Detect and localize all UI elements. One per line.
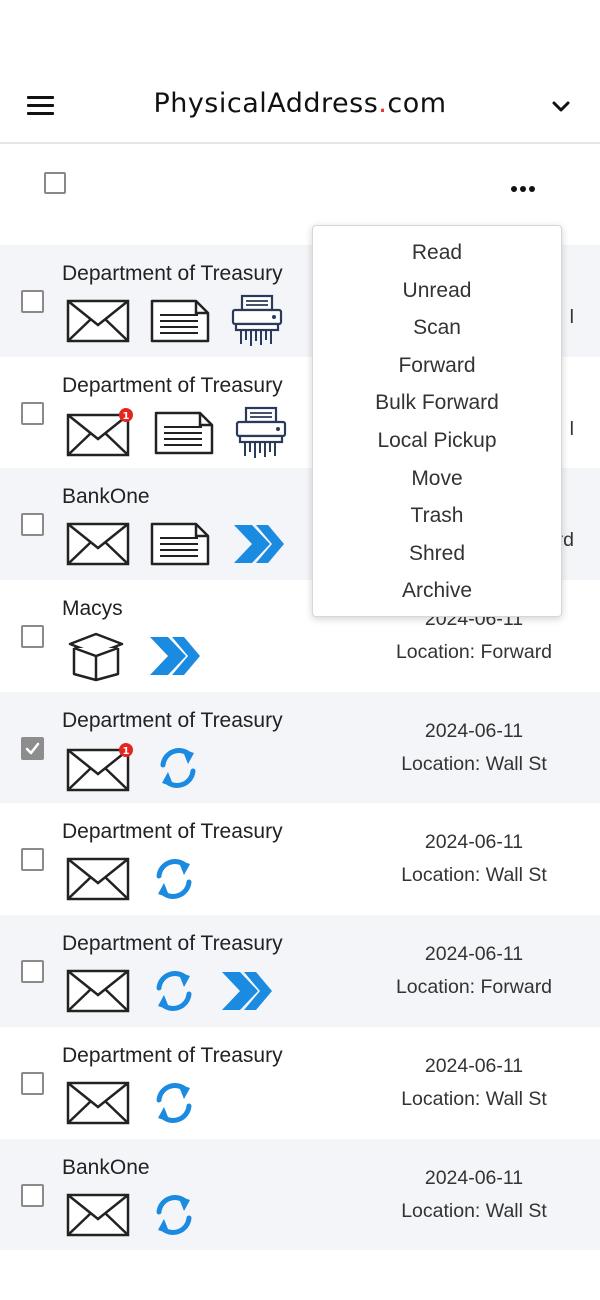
row-checkbox[interactable] xyxy=(21,513,44,537)
mail-date: 2024-06-11 xyxy=(424,831,524,854)
sync-icon[interactable] xyxy=(150,966,198,1016)
row-checkbox-checked[interactable] xyxy=(21,736,44,760)
row-checkbox[interactable] xyxy=(21,1183,44,1207)
row-checkbox[interactable] xyxy=(21,401,44,425)
menu-item-read[interactable]: Read xyxy=(313,234,561,272)
menu-item-local-pickup[interactable]: Local Pickup xyxy=(313,422,561,460)
mail-status-icons xyxy=(66,630,202,682)
sender-name: BankOne xyxy=(62,1155,150,1179)
brand-logo: PhysicalAddress.com xyxy=(153,88,447,119)
envelope-icon xyxy=(66,521,130,567)
menu-item-archive[interactable]: Archive xyxy=(313,572,561,610)
row-checkbox[interactable] xyxy=(21,625,44,649)
action-dropdown-menu: Read Unread Scan Forward Bulk Forward Local P… xyxy=(312,225,562,617)
mail-row[interactable]: Department of Treasury 2024-06-11 Location… xyxy=(0,1027,600,1139)
menu-item-forward[interactable]: Forward xyxy=(313,347,561,385)
mail-date: 2024-06-11 xyxy=(424,1166,524,1189)
menu-item-scan[interactable]: Scan xyxy=(313,309,561,347)
mail-location: Location: Wall St xyxy=(401,752,547,775)
mail-date: 2024-06-11 xyxy=(424,719,524,742)
mail-row[interactable]: Department of Treasury 2024-06-11 Location… xyxy=(0,803,600,915)
mail-status-icons xyxy=(66,965,274,1017)
mail-meta: 2024-06-11 Location: Wall St xyxy=(374,1162,574,1228)
package-icon xyxy=(66,630,126,682)
mail-status-icons xyxy=(66,294,284,348)
svg-text:1: 1 xyxy=(123,746,130,757)
sender-name: BankOne xyxy=(62,485,150,509)
mail-row[interactable]: BankOne 2024-06-11 Location: Wall St xyxy=(0,1138,600,1251)
mail-status-icons xyxy=(66,518,286,570)
mail-location: Location: Wall St xyxy=(401,864,547,887)
envelope-icon xyxy=(66,298,130,344)
row-checkbox[interactable] xyxy=(21,848,44,872)
envelope-icon xyxy=(66,856,130,902)
document-icon xyxy=(150,298,210,344)
mail-row[interactable]: Department of Treasury 1 2024-06-11 Locatio… xyxy=(0,691,600,804)
forward-icon[interactable] xyxy=(230,521,286,567)
shred-icon xyxy=(234,406,288,460)
mail-location: Location: Forward xyxy=(395,641,553,664)
envelope-unread-icon: 1 xyxy=(66,742,134,793)
mail-location-partial: l xyxy=(569,306,574,328)
shred-icon xyxy=(230,294,284,348)
mail-location-partial: l xyxy=(569,417,574,440)
mail-status-icons xyxy=(66,1189,198,1241)
envelope-unread-icon: 1 xyxy=(66,407,134,458)
envelope-icon xyxy=(66,1080,130,1126)
sync-icon[interactable] xyxy=(150,1190,198,1240)
mail-status-icons: 1 xyxy=(66,742,202,794)
envelope-icon xyxy=(66,968,130,1014)
mail-date: 2024-06-11 xyxy=(424,943,524,966)
app-header: PhysicalAddress.com xyxy=(0,70,600,144)
checkmark-icon xyxy=(25,742,40,754)
mail-location: Location: Wall St xyxy=(401,1087,547,1110)
more-options-icon[interactable] xyxy=(507,176,541,200)
menu-item-shred[interactable]: Shred xyxy=(313,535,561,573)
svg-text:1: 1 xyxy=(123,411,130,422)
sender-name: Macys xyxy=(62,597,123,621)
menu-item-trash[interactable]: Trash xyxy=(313,497,561,535)
sync-icon[interactable] xyxy=(150,1078,198,1128)
mail-meta: 2024-06-11 Location: Wall St xyxy=(374,1050,574,1116)
sync-icon[interactable] xyxy=(150,854,198,904)
mail-status-icons: 1 xyxy=(66,406,288,460)
sender-name: Department of Treasury xyxy=(62,820,283,844)
chevron-down-icon[interactable] xyxy=(549,95,573,119)
mail-location: Location: Wall St xyxy=(401,1199,547,1222)
mail-location: Location: Forward xyxy=(395,976,553,999)
forward-icon[interactable] xyxy=(218,968,274,1014)
mail-status-icons xyxy=(66,1077,198,1129)
forward-icon[interactable] xyxy=(146,633,202,679)
menu-item-move[interactable]: Move xyxy=(313,460,561,498)
mail-row[interactable]: Department of Treasury 2024-06-11 Location… xyxy=(0,915,600,1027)
mail-date: 2024-06-11 xyxy=(424,1054,524,1077)
row-checkbox[interactable] xyxy=(21,1071,44,1095)
sender-name: Department of Treasury xyxy=(62,262,283,285)
menu-item-unread[interactable]: Unread xyxy=(313,272,561,310)
row-checkbox[interactable] xyxy=(21,960,44,984)
mail-meta: 2024-06-11 Location: Wall St xyxy=(374,826,574,892)
document-icon xyxy=(150,521,210,567)
sender-name: Department of Treasury xyxy=(62,373,283,397)
envelope-icon xyxy=(66,1192,130,1238)
select-all-checkbox[interactable] xyxy=(44,172,66,194)
row-checkbox[interactable] xyxy=(21,290,44,313)
sender-name: Department of Treasury xyxy=(62,932,283,956)
menu-item-bulk-forward[interactable]: Bulk Forward xyxy=(313,384,561,422)
sender-name: Department of Treasury xyxy=(62,1043,283,1067)
mail-meta: 2024-06-11 Location: Wall St xyxy=(374,715,574,781)
mail-meta: 2024-06-11 Location: Forward xyxy=(374,938,574,1004)
sender-name: Department of Treasury xyxy=(62,708,283,732)
mail-status-icons xyxy=(66,853,198,905)
sync-icon[interactable] xyxy=(154,743,202,793)
document-icon xyxy=(154,410,214,456)
